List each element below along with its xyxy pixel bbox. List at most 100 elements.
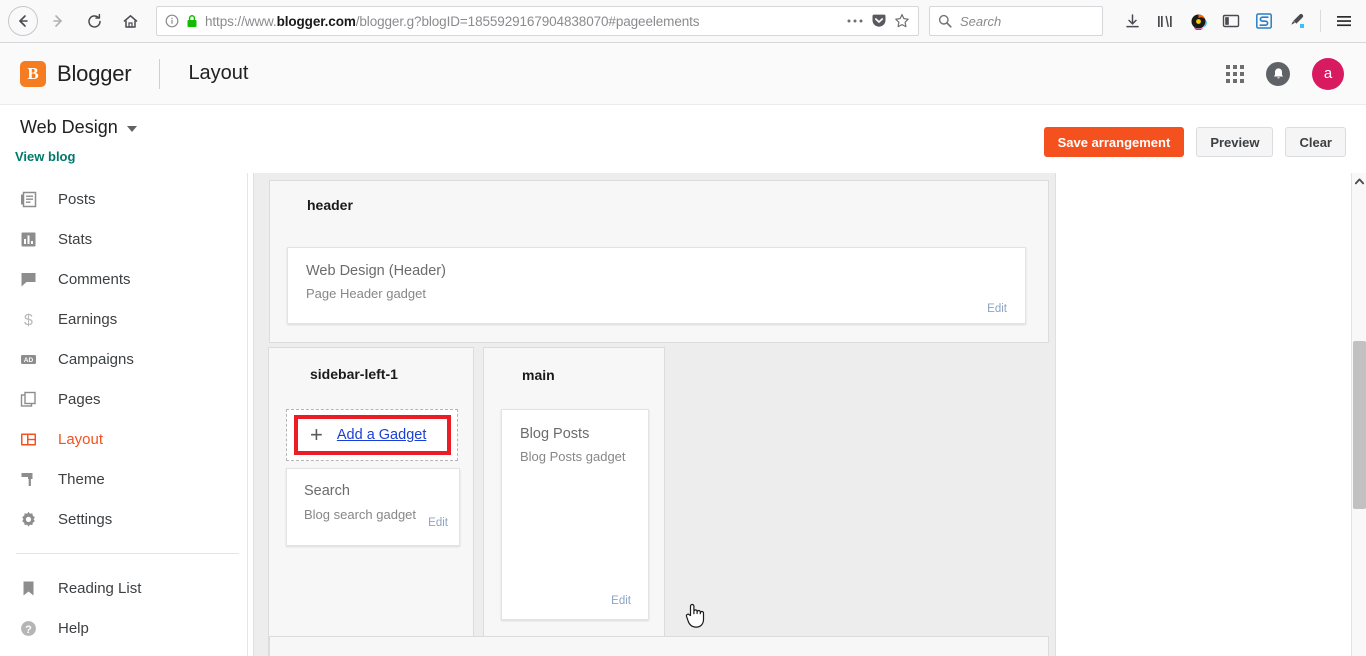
gadget-search[interactable]: Search Blog search gadget Edit [286,468,460,546]
blog-title-row: Web Design View blog Save arrangement Pr… [0,105,1366,173]
hamburger-menu-icon[interactable] [1329,6,1359,36]
blogger-brand[interactable]: B Blogger [0,61,131,87]
sidebar-item-pages[interactable]: Pages [0,379,247,419]
sidebar-item-stats[interactable]: Stats [0,219,247,259]
sidebar-item-label: Posts [58,191,96,208]
layout-canvas: header Web Design (Header) Page Header g… [249,173,1351,656]
avatar[interactable]: a [1312,58,1344,90]
bell-icon[interactable] [1266,62,1290,86]
sidebar-item-label: Settings [58,511,112,528]
sidebar-item-campaigns[interactable]: AD Campaigns [0,339,247,379]
lock-icon[interactable] [186,14,198,28]
clear-button[interactable]: Clear [1285,127,1346,157]
firefox-account-icon[interactable] [1183,6,1213,36]
svg-text:?: ? [25,624,32,636]
layout-section-header[interactable]: header Web Design (Header) Page Header g… [269,180,1049,343]
page-title: Layout [188,62,248,85]
comments-icon [17,268,39,290]
blogger-wordmark: Blogger [57,61,131,87]
star-icon[interactable] [894,13,910,29]
sidebar-item-label: Reading List [58,580,141,597]
blog-selector[interactable]: Web Design [20,117,137,138]
preview-button[interactable]: Preview [1196,127,1273,157]
reload-button[interactable] [78,5,110,37]
page-info-icon[interactable] [165,14,179,28]
header-actions: a [1226,58,1366,90]
posts-icon [17,188,39,210]
sidebar-item-help[interactable]: ? Help [0,608,247,648]
save-arrangement-button[interactable]: Save arrangement [1044,127,1185,157]
screenshot-icon[interactable] [1249,6,1279,36]
paint-roller-icon [17,468,39,490]
layout-section-main[interactable]: main Blog Posts Blog Posts gadget Edit [483,347,665,656]
sidebar-nav: Posts Stats Comments $ Earnings [0,173,248,656]
help-circle-icon: ? [17,617,39,639]
gadget-page-header[interactable]: Web Design (Header) Page Header gadget E… [287,247,1026,324]
eyedropper-icon[interactable] [1282,6,1312,36]
home-icon [122,13,139,30]
sidebar-item-label: Layout [58,431,103,448]
search-placeholder: Search [960,14,1001,29]
edit-link[interactable]: Edit [987,303,1007,315]
gadget-subtitle: Blog Posts gadget [520,449,648,464]
app-header: B Blogger Layout a [0,43,1366,105]
svg-text:$: $ [24,312,33,329]
gadget-subtitle: Page Header gadget [306,286,1025,301]
browser-search-bar[interactable]: Search [929,6,1103,36]
toolbar-divider [1320,10,1321,32]
sidebar-item-reading-list[interactable]: Reading List [0,568,247,608]
view-blog-link[interactable]: View blog [15,149,75,164]
edit-link[interactable]: Edit [611,595,631,607]
edit-link[interactable]: Edit [428,517,448,529]
back-button[interactable] [8,6,38,36]
gadget-title: Web Design (Header) [306,263,1025,279]
gear-icon [17,508,39,530]
add-a-gadget-label[interactable]: Add a Gadget [337,427,427,443]
pocket-icon[interactable] [871,13,887,29]
sidebar-item-comments[interactable]: Comments [0,259,247,299]
chevron-down-icon[interactable] [127,126,137,132]
blogger-logo-icon: B [20,61,46,87]
bookmark-icon [17,577,39,599]
ellipsis-icon[interactable] [846,18,864,24]
sidebar-item-label: Campaigns [58,351,134,368]
sidebar-item-settings[interactable]: Settings [0,499,247,539]
sidebar-item-layout[interactable]: Layout [0,419,247,459]
page-scrollbar[interactable] [1351,173,1366,656]
sidebar-item-label: Comments [58,271,131,288]
layout-section-partial[interactable] [269,636,1049,656]
layout-action-buttons: Save arrangement Preview Clear [1044,127,1346,157]
add-a-gadget-button[interactable]: + Add a Gadget [294,415,451,455]
sidebar-item-label: Earnings [58,311,117,328]
dollar-icon: $ [17,308,39,330]
sidebar-item-posts[interactable]: Posts [0,179,247,219]
apps-grid-icon[interactable] [1226,65,1244,83]
sidebar-item-theme[interactable]: Theme [0,459,247,499]
browser-toolbar: https://www.blogger.com/blogger.g?blogID… [0,0,1366,43]
sidebar-item-earnings[interactable]: $ Earnings [0,299,247,339]
browser-toolbar-right [1117,6,1359,36]
layout-section-sidebar-left-1[interactable]: sidebar-left-1 + Add a Gadget Search Blo… [268,347,474,656]
scrollbar-thumb[interactable] [1353,341,1366,509]
browser-nav-buttons [0,5,146,37]
scrollbar-up-arrow[interactable] [1352,173,1366,189]
stats-icon [17,228,39,250]
url-text: https://www.blogger.com/blogger.g?blogID… [205,14,839,29]
library-icon[interactable] [1150,6,1180,36]
header-divider [159,59,160,89]
forward-arrow-icon [50,13,66,29]
search-icon [938,14,952,28]
pages-icon [17,388,39,410]
sidebar-item-label: Stats [58,231,92,248]
sidebar-icon[interactable] [1216,6,1246,36]
home-button[interactable] [114,5,146,37]
section-title: main [484,348,664,383]
sidebar-item-label: Pages [58,391,101,408]
blog-name: Web Design [20,117,118,138]
downloads-icon[interactable] [1117,6,1147,36]
forward-button[interactable] [42,5,74,37]
url-bar[interactable]: https://www.blogger.com/blogger.g?blogID… [156,6,919,36]
plus-icon: + [310,424,323,446]
sidebar-item-label: Theme [58,471,105,488]
gadget-blog-posts[interactable]: Blog Posts Blog Posts gadget Edit [501,409,649,620]
